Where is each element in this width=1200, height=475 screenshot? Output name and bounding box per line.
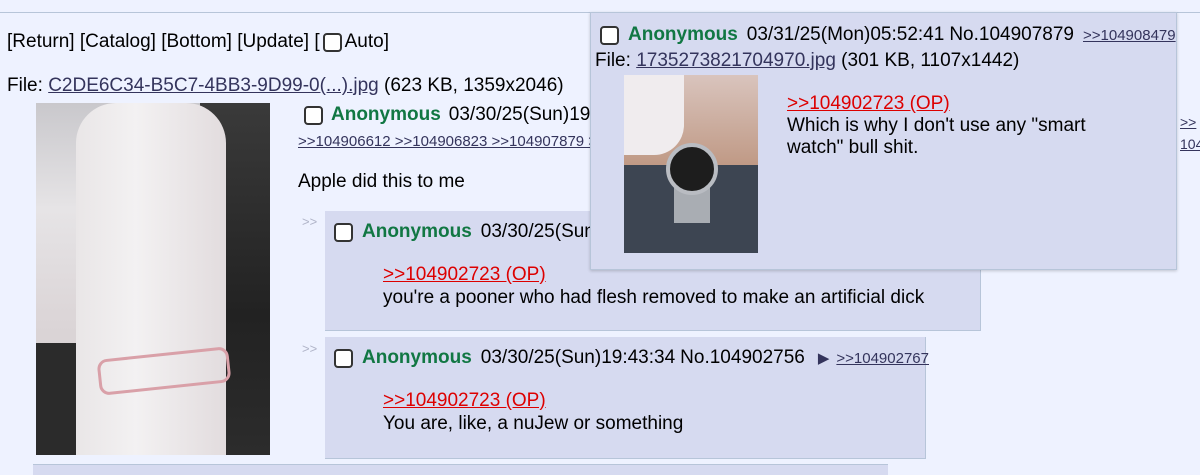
op-datetime: 03/30/25(Sun)19: [448, 104, 596, 125]
op-file-prefix: File: [7, 75, 49, 96]
popup-message: >>104902723 (OP) Which is why I don't us… [787, 93, 1086, 159]
popup-backlink[interactable]: >>104908479 [1083, 27, 1176, 44]
reply2-message: >>104902723 (OP) You are, like, a nuJew … [383, 389, 683, 435]
edge-link-2[interactable]: 104 [1180, 133, 1200, 155]
reply-post-2: Anonymous 03/30/25(Sun)19:43:34 No.10490… [325, 337, 929, 459]
op-select-checkbox[interactable] [304, 105, 323, 125]
reply2-post-number[interactable]: No.104902756 [680, 347, 805, 369]
op-poster-name: Anonymous [331, 104, 441, 125]
reply2-poster-name: Anonymous [362, 347, 472, 368]
reply2-backlink[interactable]: >>104902767 [836, 350, 929, 367]
catalog-link[interactable]: [Catalog] [80, 31, 156, 53]
popup-text-line2: watch" bull shit. [787, 137, 919, 158]
popup-select-checkbox[interactable] [600, 25, 619, 45]
reply2-text: You are, like, a nuJew or something [383, 413, 684, 434]
reply1-poster-name: Anonymous [362, 221, 472, 242]
reply2-quote-link[interactable]: >>104902723 (OP) [383, 390, 546, 411]
popup-poster-name: Anonymous [628, 24, 738, 45]
reply2-side-arrows: >> [302, 341, 318, 356]
popup-datetime: 03/31/25(Mon)05:52:41 [746, 24, 945, 45]
clipped-edge-links[interactable]: >> 104 [1180, 111, 1200, 155]
next-post-edge [33, 464, 888, 475]
reply1-select-checkbox[interactable] [334, 222, 353, 242]
popup-image[interactable] [624, 75, 758, 253]
auto-label: Auto] [344, 31, 389, 52]
popup-file-link[interactable]: 1735273821704970.jpg [636, 50, 836, 71]
popup-file-prefix: File: [595, 50, 637, 71]
popup-image-bag [624, 75, 684, 155]
popup-image-watch-face [666, 143, 718, 195]
reply1-side-arrows: >> [302, 214, 318, 229]
op-file-link[interactable]: C2DE6C34-B5C7-4BB3-9D99-0(...).jpg [48, 75, 379, 96]
quote-preview-popup: Anonymous 03/31/25(Mon)05:52:41 No.10490… [590, 12, 1177, 270]
reply1-quote-link[interactable]: >>104902723 (OP) [383, 264, 546, 285]
update-link[interactable]: [Update] [237, 31, 309, 53]
reply2-select-checkbox[interactable] [334, 348, 353, 368]
thread-nav: [Return] [Catalog] [Bottom] [Update] [ A… [7, 31, 389, 53]
op-backlink-list[interactable]: >>104906612 >>104906823 >>104907879 > [298, 133, 597, 150]
op-file-details: (623 KB, 1359x2046) [378, 75, 564, 96]
bottom-link[interactable]: [Bottom] [161, 31, 232, 53]
op-message: Apple did this to me [298, 171, 465, 192]
reply1-header: Anonymous 03/30/25(Sun) [334, 221, 601, 243]
popup-header: Anonymous 03/31/25(Mon)05:52:41 No.10490… [600, 24, 1176, 46]
op-image-background-left [36, 343, 76, 455]
popup-file-info: File: 1735273821704970.jpg (301 KB, 1107… [595, 50, 1019, 72]
reply2-datetime: 03/30/25(Sun)19:43:34 [480, 347, 676, 368]
auto-update-checkbox[interactable] [322, 32, 342, 52]
op-image[interactable] [36, 103, 270, 455]
auto-open-bracket: [ [314, 31, 320, 52]
reply1-datetime: 03/30/25(Sun) [480, 221, 602, 242]
op-post-header: Anonymous 03/30/25(Sun)19: [304, 104, 596, 126]
popup-quote-link[interactable]: >>104902723 (OP) [787, 93, 950, 114]
reply1-text: you're a pooner who had flesh removed to… [383, 287, 925, 308]
popup-post-number[interactable]: No.104907879 [949, 24, 1074, 46]
popup-text-line1: Which is why I don't use any "smart [787, 115, 1086, 136]
edge-link-1[interactable]: >> [1180, 111, 1200, 133]
op-file-info: File: C2DE6C34-B5C7-4BB3-9D99-0(...).jpg… [7, 75, 564, 97]
reply2-header: Anonymous 03/30/25(Sun)19:43:34 No.10490… [334, 347, 929, 369]
op-image-wrist [76, 103, 226, 455]
op-backlinks[interactable]: >>104906612 >>104906823 >>104907879 > [298, 133, 597, 150]
reply2-menu-arrow-icon[interactable]: ▶ [818, 349, 830, 367]
return-link[interactable]: [Return] [7, 31, 75, 53]
popup-file-details: (301 KB, 1107x1442) [835, 50, 1020, 71]
